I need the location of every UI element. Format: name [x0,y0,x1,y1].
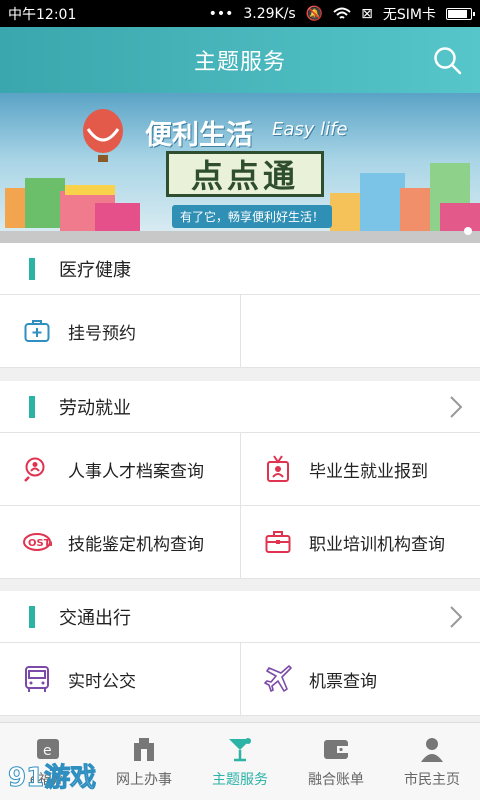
service-flight-query[interactable]: 机票查询 [240,643,480,715]
tab-label: 融合账单 [308,771,364,788]
service-registration[interactable]: 挂号预约 [0,295,240,367]
service-label: 毕业生就业报到 [309,461,428,482]
tab-label: 主题服务 [212,771,268,788]
service-row: 挂号预约 [0,295,480,368]
wifi-icon [333,7,351,19]
chevron-right-icon[interactable] [448,605,464,629]
service-row: OSTA 技能鉴定机构查询 职业培训机构查询 [0,506,480,579]
service-row: 实时公交 机票查询 [0,643,480,716]
section-header[interactable]: 交通出行 [0,591,480,643]
section-header: 医疗健康 [0,243,480,295]
section-marker [29,605,35,628]
svg-text:OSTA: OSTA [28,538,52,549]
watermark-logo: 91游戏 [7,763,97,794]
badge-icon [263,454,293,484]
service-row: 人事人才档案查询 毕业生就业报到 [0,433,480,506]
wallet-icon [324,739,348,759]
section-marker [29,257,35,280]
tab-citizen-home[interactable]: 市民主页 [384,723,480,800]
status-time: 中午12:01 [8,6,77,23]
mute-icon: 🔕 [305,5,324,22]
chevron-right-icon[interactable] [448,395,464,419]
service-graduate-report[interactable]: 毕业生就业报到 [240,433,480,505]
status-bar: 中午12:01 ••• 3.29K/s 🔕 ⊠ 无SIM卡 [0,0,480,27]
service-label: 人事人才档案查询 [68,461,204,482]
app-header: 主题服务 [0,27,480,93]
briefcase-icon [263,527,293,557]
section-employment: 劳动就业 人事人才档案查询 毕业生就业报到 OSTA 技能鉴定机构查询 [0,381,480,579]
banner-page-indicator [464,227,472,235]
tab-bills[interactable]: 融合账单 [288,723,384,800]
sim-status: 无SIM卡 [382,6,436,23]
person-icon [421,737,443,762]
medical-kit-icon [22,316,52,346]
battery-icon [446,7,475,20]
no-sim-icon: ⊠ [361,5,373,22]
plane-icon [263,664,293,694]
tab-online-service[interactable]: 网上办事 [96,723,192,800]
person-search-icon [22,454,52,484]
page-title: 主题服务 [193,50,286,75]
cocktail-icon [229,737,251,761]
service-label: 职业培训机构查询 [309,534,445,555]
tab-label: 市民主页 [404,771,460,788]
section-title: 医疗健康 [59,259,131,281]
service-skill-appraisal[interactable]: OSTA 技能鉴定机构查询 [0,506,240,578]
tab-theme-service[interactable]: 主题服务 [192,723,288,800]
service-label: 挂号预约 [68,323,136,344]
service-label: 实时公交 [68,671,136,692]
banner-tagline: 有了它，畅享便利好生活！ [172,205,333,228]
office-icon [134,737,154,761]
section-header[interactable]: 劳动就业 [0,381,480,433]
service-label: 机票查询 [309,671,377,692]
section-title: 劳动就业 [59,397,131,419]
bus-icon [22,664,52,694]
empty-cell [240,295,480,367]
section-transport: 交通出行 实时公交 机票查询 [0,591,480,716]
banner-title: 便利生活 [145,120,253,151]
tab-label: 网上办事 [116,771,172,788]
service-training-institution[interactable]: 职业培训机构查询 [240,506,480,578]
status-dots: ••• [208,5,234,22]
certificate-icon: OSTA [22,527,52,557]
promo-banner[interactable]: 便利生活 Easy life 点点通 有了它，畅享便利好生活！ [0,93,480,243]
banner-headline: 点点通 [166,151,324,197]
section-medical: 医疗健康 挂号预约 [0,243,480,368]
search-icon[interactable] [432,45,462,75]
banner-subtitle-en: Easy life [272,119,348,140]
network-speed: 3.29K/s [243,5,296,22]
section-title: 交通出行 [59,607,131,629]
service-label: 技能鉴定机构查询 [68,534,204,555]
service-personnel-archive[interactable]: 人事人才档案查询 [0,433,240,505]
service-realtime-bus[interactable]: 实时公交 [0,643,240,715]
section-marker [29,395,35,418]
